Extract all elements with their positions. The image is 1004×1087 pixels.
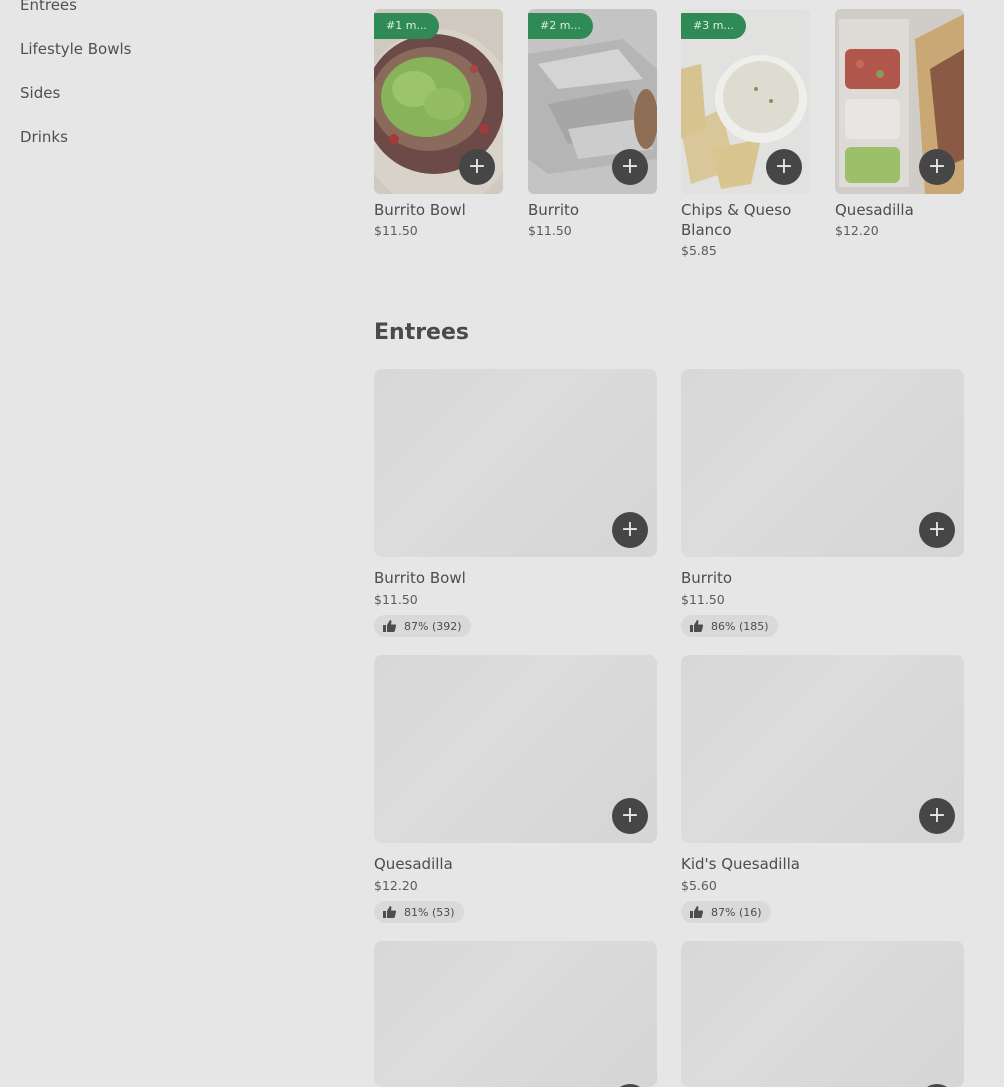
add-item-button[interactable]: +	[612, 512, 648, 548]
rank-badge: #2 m...	[528, 13, 593, 39]
burrito-image: #2 m... +	[528, 9, 657, 194]
entree-card[interactable]: + Burrito Bowl $11.50 87% (392)	[374, 369, 657, 637]
popular-item-card[interactable]: #3 m... + Chips & Queso Blanco $5.85	[681, 9, 810, 258]
popular-item-card[interactable]: + Quesadilla $12.20	[835, 9, 964, 238]
item-name: Burrito Bowl	[374, 569, 466, 587]
plus-icon: +	[620, 803, 640, 828]
entree-card[interactable]: + Quesadilla $12.20 81% (53)	[374, 655, 657, 923]
add-item-button[interactable]: +	[766, 149, 802, 185]
item-price: $11.50	[374, 223, 418, 238]
rating-text: 86% (185)	[711, 619, 769, 633]
entree-card[interactable]: +	[681, 941, 964, 1087]
entree-card[interactable]: + Kid's Quesadilla $5.60 87% (16)	[681, 655, 964, 923]
rating-text: 87% (16)	[711, 905, 762, 919]
item-price: $5.60	[681, 878, 717, 893]
item-image-placeholder: +	[681, 941, 964, 1087]
add-item-button[interactable]: +	[612, 798, 648, 834]
sidebar-item-lifestyle-bowls[interactable]: Lifestyle Bowls	[20, 32, 132, 76]
plus-icon: +	[620, 517, 640, 542]
item-image-placeholder: +	[374, 941, 657, 1087]
sidebar-item-drinks[interactable]: Drinks	[20, 120, 132, 164]
rating-text: 87% (392)	[404, 619, 462, 633]
add-item-button[interactable]: +	[612, 149, 648, 185]
item-image-placeholder: +	[374, 655, 657, 843]
plus-icon: +	[927, 803, 947, 828]
quesadilla-image: +	[835, 9, 964, 194]
add-item-button[interactable]: +	[919, 798, 955, 834]
item-price: $12.20	[374, 878, 418, 893]
rating-badge: 87% (16)	[681, 901, 771, 923]
chips-queso-image: #3 m... +	[681, 9, 810, 194]
add-item-button[interactable]: +	[459, 149, 495, 185]
item-name: Quesadilla	[835, 201, 914, 219]
item-name: Burrito	[528, 201, 580, 219]
item-name: Quesadilla	[374, 855, 453, 873]
plus-icon: +	[467, 154, 487, 179]
item-price: $11.50	[681, 592, 725, 607]
popular-item-card[interactable]: #1 m... + Burrito Bowl $11.50	[374, 9, 503, 238]
rating-badge: 87% (392)	[374, 615, 471, 637]
item-price: $12.20	[835, 223, 879, 238]
entree-card[interactable]: +	[374, 941, 657, 1087]
plus-icon: +	[927, 517, 947, 542]
item-price: $5.85	[681, 243, 717, 258]
item-name: Chips & Queso Blanco	[681, 201, 792, 239]
burrito-bowl-image: #1 m... +	[374, 9, 503, 194]
rating-badge: 86% (185)	[681, 615, 778, 637]
popular-item-card[interactable]: #2 m... + Burrito $11.50	[528, 9, 657, 238]
thumbs-up-icon	[383, 620, 396, 632]
thumbs-up-icon	[690, 906, 703, 918]
rank-badge: #3 m...	[681, 13, 746, 39]
thumbs-up-icon	[383, 906, 396, 918]
rank-badge: #1 m...	[374, 13, 439, 39]
sidebar-item-entrees[interactable]: Entrees	[20, 0, 132, 32]
thumbs-up-icon	[690, 620, 703, 632]
category-sidebar: Entrees Lifestyle Bowls Sides Drinks	[20, 0, 132, 164]
add-item-button[interactable]: +	[919, 149, 955, 185]
entree-card[interactable]: + Burrito $11.50 86% (185)	[681, 369, 964, 637]
item-name: Kid's Quesadilla	[681, 855, 800, 873]
item-price: $11.50	[528, 223, 572, 238]
item-image-placeholder: +	[681, 369, 964, 557]
section-title-entrees: Entrees	[374, 320, 469, 345]
add-item-button[interactable]: +	[919, 512, 955, 548]
item-image-placeholder: +	[374, 369, 657, 557]
rating-badge: 81% (53)	[374, 901, 464, 923]
rating-text: 81% (53)	[404, 905, 455, 919]
plus-icon: +	[774, 154, 794, 179]
plus-icon: +	[927, 154, 947, 179]
item-price: $11.50	[374, 592, 418, 607]
item-name: Burrito	[681, 569, 733, 587]
plus-icon: +	[620, 154, 640, 179]
item-name: Burrito Bowl	[374, 201, 466, 219]
item-image-placeholder: +	[681, 655, 964, 843]
sidebar-item-sides[interactable]: Sides	[20, 76, 132, 120]
